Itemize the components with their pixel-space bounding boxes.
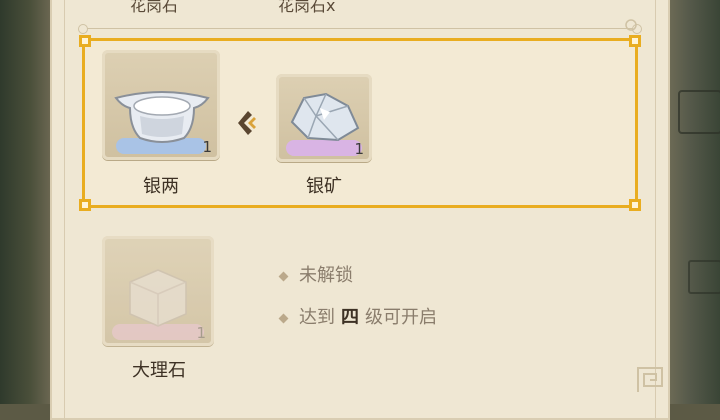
- item-count: 1: [354, 140, 364, 158]
- input-item-name: 银矿: [306, 176, 342, 197]
- requirement-prefix: 达到: [299, 307, 335, 328]
- output-item-slot[interactable]: 1: [102, 50, 220, 160]
- section-divider: [78, 24, 642, 34]
- fret-pattern-icon: [637, 367, 663, 392]
- item-count: 1: [202, 138, 212, 156]
- item-count: 1: [196, 324, 206, 342]
- diamond-bullet-icon: [278, 271, 289, 281]
- corner-ornament-icon: [625, 19, 637, 31]
- frame-corner: [79, 199, 91, 211]
- unlock-requirement: 达到四级可开启: [278, 303, 437, 329]
- background-scenery-left: [0, 0, 50, 404]
- lock-status: 未解锁: [278, 261, 353, 287]
- locked-item-slot[interactable]: 1: [102, 236, 214, 346]
- marble-block-icon: [129, 269, 187, 327]
- requirement-suffix: 级可开启: [365, 307, 437, 328]
- silver-ingot-icon: [114, 91, 210, 143]
- background-scenery-right: [670, 0, 720, 404]
- railing-decoration: [688, 260, 720, 294]
- diamond-bullet-icon: [278, 313, 289, 323]
- requirement-level: 四: [341, 307, 359, 328]
- previous-item-requirement: 花岗石x: [278, 0, 336, 14]
- output-item-name: 银两: [143, 176, 179, 197]
- previous-item-label: 花岗石: [130, 0, 179, 14]
- input-item-slot[interactable]: 1: [276, 74, 372, 162]
- railing-decoration: [678, 90, 720, 134]
- silver-ore-icon: [290, 92, 360, 142]
- locked-item-name: 大理石: [132, 360, 186, 381]
- lock-status-text: 未解锁: [299, 265, 353, 286]
- frame-corner: [629, 35, 641, 47]
- frame-corner: [79, 35, 91, 47]
- chevron-left-icon: [238, 111, 256, 135]
- frame-corner: [629, 199, 641, 211]
